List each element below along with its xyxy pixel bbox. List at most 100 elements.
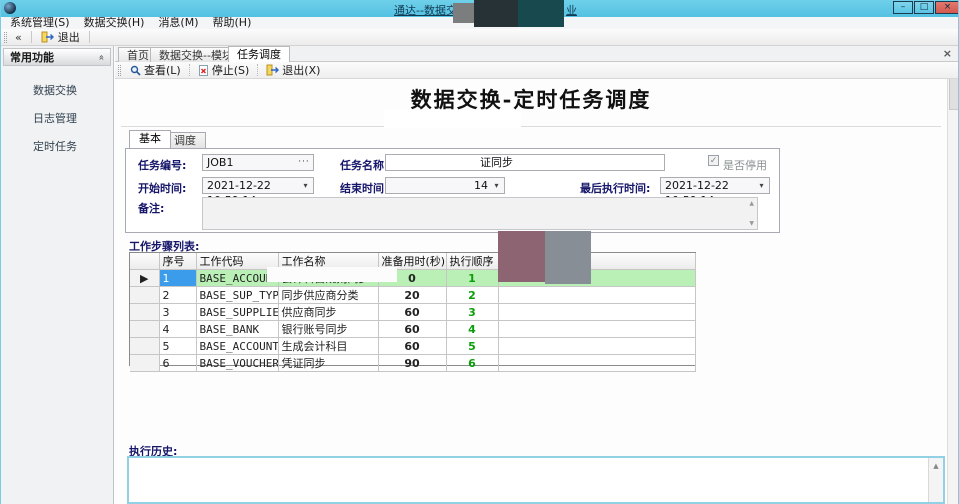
close-button[interactable]: × — [935, 1, 959, 14]
table-row[interactable]: ▶1BASE_ACCOUNT会计科目规则同步01 — [130, 270, 695, 287]
cell-exec-order[interactable]: 2 — [446, 287, 498, 304]
toolbar-separator — [189, 64, 190, 76]
cell-code[interactable]: BASE_ACCOUNT_DCY — [196, 338, 278, 355]
task-no-value: JOB1 — [207, 156, 233, 169]
row-selector-cell[interactable] — [130, 287, 159, 304]
cell-no[interactable]: 4 — [159, 321, 196, 338]
end-time-field[interactable]: 14 ▾ — [385, 177, 505, 194]
row-selector-cell[interactable] — [130, 355, 159, 372]
scroll-up-icon[interactable]: ▲ — [749, 200, 754, 207]
cell-exec-order[interactable]: 1 — [446, 270, 498, 287]
app-window: 通达--数据交换平 业 – □ × 系统管理(S) 数据交换(H) 消息(M) … — [0, 0, 959, 504]
remark-label: 备注: — [138, 200, 164, 216]
start-time-field[interactable]: 2021-12-22 10:59:14 ▾ — [202, 177, 314, 194]
row-selector-cell[interactable]: ▶ — [130, 270, 159, 287]
cell-remark[interactable] — [498, 304, 695, 321]
scroll-down-icon[interactable]: ▼ — [749, 220, 754, 227]
window-title-tail: 业 — [566, 2, 577, 18]
collapse-sidebar-button[interactable]: « — [11, 31, 26, 44]
cell-exec-order[interactable]: 5 — [446, 338, 498, 355]
menu-message[interactable]: 消息(M) — [151, 17, 205, 29]
cell-name[interactable]: 同步供应商分类 — [278, 287, 378, 304]
cell-prep-seconds[interactable]: 20 — [378, 287, 446, 304]
menu-help[interactable]: 帮助(H) — [206, 17, 259, 29]
dropdown-arrow-icon[interactable]: ▾ — [490, 179, 503, 192]
cell-prep-seconds[interactable]: 60 — [378, 321, 446, 338]
tab-close-icon[interactable]: × — [943, 47, 952, 60]
cell-prep-seconds[interactable]: 90 — [378, 355, 446, 372]
table-row[interactable]: 2BASE_SUP_TYPE同步供应商分类202 — [130, 287, 695, 304]
ellipsis-button[interactable]: ··· — [296, 156, 312, 169]
cell-no[interactable]: 3 — [159, 304, 196, 321]
chevron-up-icon[interactable]: « — [95, 54, 106, 60]
table-row[interactable]: 3BASE_SUPPLIER供应商同步603 — [130, 304, 695, 321]
cell-name[interactable]: 供应商同步 — [278, 304, 378, 321]
toolbar-separator — [89, 31, 90, 43]
cell-remark[interactable] — [498, 355, 695, 372]
sidebar-item-log-manage[interactable]: 日志管理 — [1, 110, 114, 128]
task-name-field[interactable]: 证同步 — [385, 154, 665, 171]
dropdown-arrow-icon[interactable]: ▾ — [299, 179, 312, 192]
history-scrollbar[interactable]: ▲ — [928, 458, 943, 502]
task-no-field[interactable]: JOB1 ··· — [202, 154, 314, 171]
dropdown-arrow-icon[interactable]: ▾ — [755, 179, 768, 192]
document-tabstrip: 首页 数据交换--模块列表 任务调度 × — [115, 46, 959, 62]
content-panel: 数据交换-定时任务调度 基本 调度 任务编号: JOB1 ··· 任务名称: 证… — [115, 79, 947, 504]
cell-exec-order[interactable]: 3 — [446, 304, 498, 321]
row-selector-cell[interactable] — [130, 304, 159, 321]
cell-code[interactable]: BASE_SUP_TYPE — [196, 287, 278, 304]
menu-system[interactable]: 系统管理(S) — [3, 17, 77, 29]
end-time-value: 14 — [474, 178, 488, 193]
cell-name[interactable]: 生成会计科目 — [278, 338, 378, 355]
toolbar-separator — [257, 64, 258, 76]
cell-code[interactable]: BASE_BANK — [196, 321, 278, 338]
cell-code[interactable]: BASE_ACCOUNT — [196, 270, 278, 287]
sidebar-item-data-exchange[interactable]: 数据交换 — [1, 82, 114, 100]
cell-prep-seconds[interactable]: 60 — [378, 304, 446, 321]
tab-task-schedule[interactable]: 任务调度 — [228, 46, 290, 63]
menu-data-exchange[interactable]: 数据交换(H) — [77, 17, 152, 29]
disable-checkbox[interactable]: ✓ — [708, 155, 719, 166]
last-exec-label: 最后执行时间: — [580, 180, 650, 196]
scroll-up-icon[interactable]: ▲ — [933, 462, 938, 470]
cell-code[interactable]: BASE_VOUCHER — [196, 355, 278, 372]
exit-button[interactable]: 退出(X) — [261, 62, 325, 78]
column-header: 执行顺序 — [446, 253, 498, 270]
view-button[interactable]: 查看(L) — [125, 62, 186, 78]
column-header — [130, 253, 159, 270]
cell-remark[interactable] — [498, 338, 695, 355]
cell-code[interactable]: BASE_SUPPLIER — [196, 304, 278, 321]
form-tab-basic[interactable]: 基本 — [129, 130, 171, 148]
cell-name[interactable]: 凭证同步 — [278, 355, 378, 372]
cell-name[interactable]: 银行账号同步 — [278, 321, 378, 338]
table-row[interactable]: 6BASE_VOUCHER凭证同步906 — [130, 355, 695, 372]
sidebar-item-timed-task[interactable]: 定时任务 — [1, 138, 114, 156]
row-selector-cell[interactable] — [130, 338, 159, 355]
redaction-box-gray — [545, 231, 591, 284]
maximize-button[interactable]: □ — [914, 1, 934, 14]
stop-button[interactable]: 停止(S) — [193, 62, 255, 78]
stop-doc-icon — [198, 65, 209, 76]
table-row[interactable]: 4BASE_BANK银行账号同步604 — [130, 321, 695, 338]
cell-prep-seconds[interactable]: 60 — [378, 338, 446, 355]
history-textarea[interactable]: ▲ — [127, 456, 945, 504]
main-vertical-scrollbar[interactable] — [947, 62, 959, 504]
quick-exit-button[interactable]: 退出 — [37, 29, 84, 45]
cell-no[interactable]: 1 — [159, 270, 196, 287]
redaction-box-white — [267, 267, 397, 282]
sidebar-header[interactable]: 常用功能 « — [3, 48, 111, 66]
exit-door-icon — [41, 31, 54, 43]
cell-remark[interactable] — [498, 287, 695, 304]
cell-no[interactable]: 5 — [159, 338, 196, 355]
remark-textarea[interactable]: ▲ ▼ — [202, 197, 758, 230]
cell-remark[interactable] — [498, 321, 695, 338]
cell-exec-order[interactable]: 4 — [446, 321, 498, 338]
cell-exec-order[interactable]: 6 — [446, 355, 498, 372]
column-header: 工作代码 — [196, 253, 278, 270]
row-selector-cell[interactable] — [130, 321, 159, 338]
table-row[interactable]: 5BASE_ACCOUNT_DCY生成会计科目605 — [130, 338, 695, 355]
minimize-button[interactable]: – — [893, 1, 913, 14]
cell-no[interactable]: 6 — [159, 355, 196, 372]
last-exec-field[interactable]: 2021-12-22 10:59:14 ▾ — [660, 177, 770, 194]
cell-no[interactable]: 2 — [159, 287, 196, 304]
